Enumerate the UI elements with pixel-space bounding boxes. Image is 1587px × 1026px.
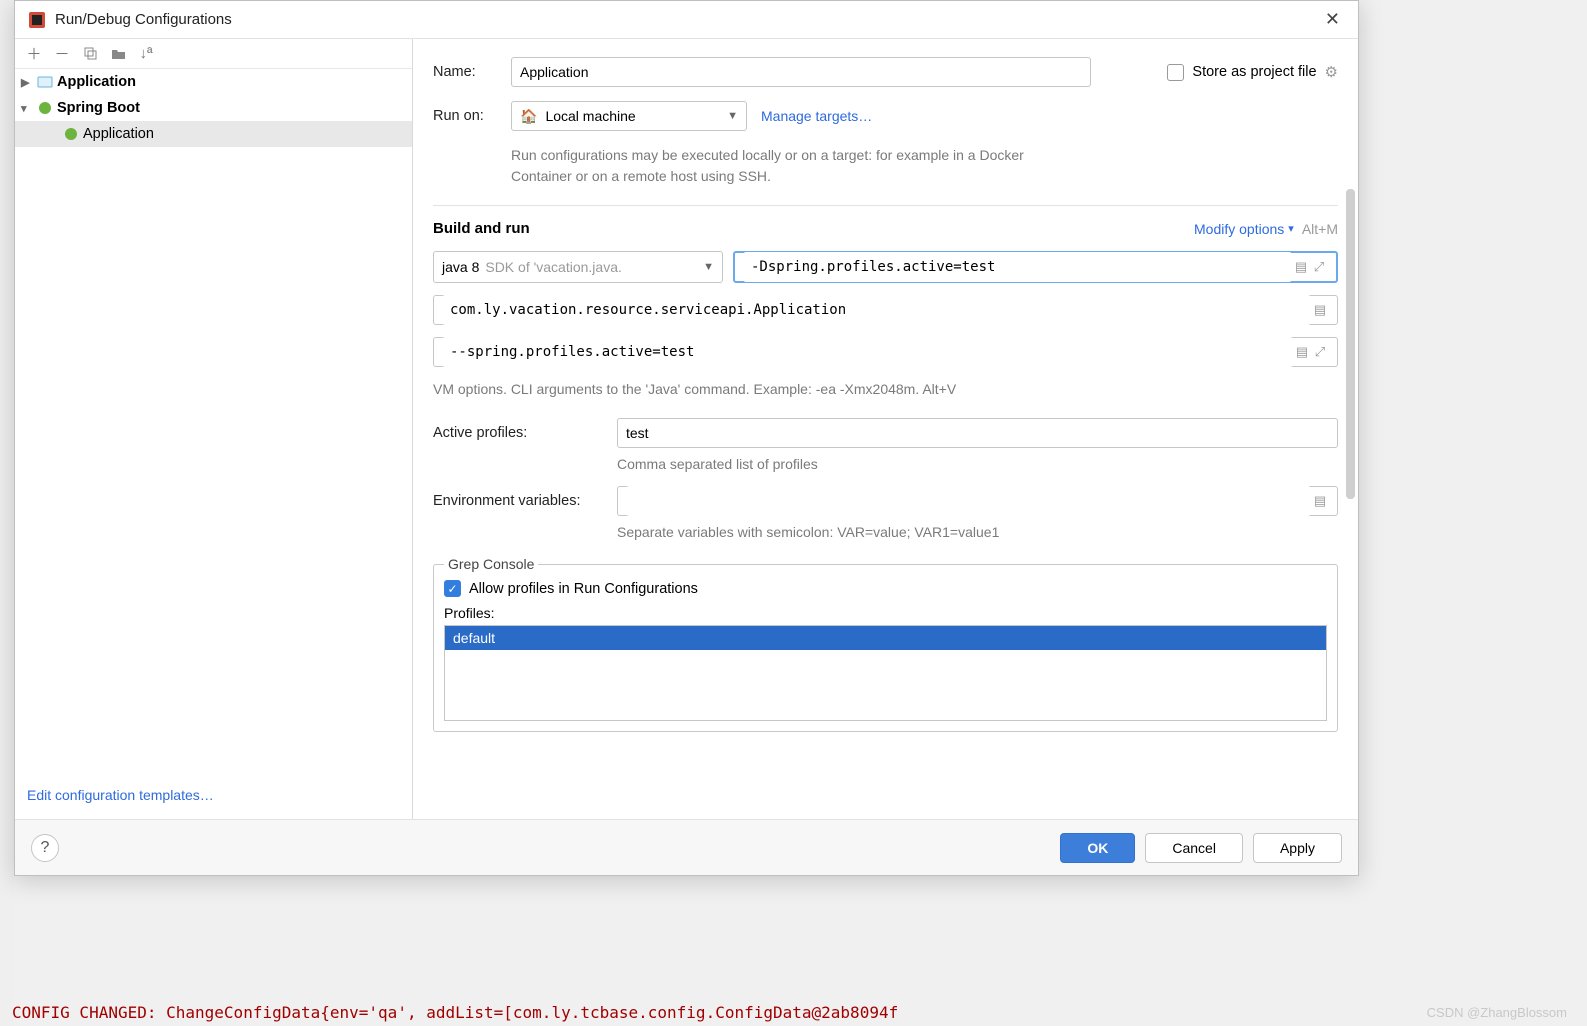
jdk-select[interactable]: java 8 SDK of 'vacation.java. ▼ [433,251,723,283]
copy-config-icon[interactable] [81,45,99,63]
tree-node-application-group[interactable]: ▶ Application [15,69,412,95]
env-label: Environment variables: [433,493,603,509]
sort-config-icon[interactable]: ↓ª [137,45,155,63]
dialog-title: Run/Debug Configurations [55,11,1319,28]
chevron-down-icon: ▾ [21,102,33,115]
name-label: Name: [433,64,497,80]
runon-value: Local machine [545,108,635,124]
env-input[interactable] [626,486,1311,516]
allow-profiles-label: Allow profiles in Run Configurations [469,581,698,597]
sidebar-toolbar: ＋ － ↓ª [15,39,412,69]
modify-options-link[interactable]: Modify options ▾ [1194,221,1294,237]
apply-button[interactable]: Apply [1253,833,1342,863]
env-field[interactable]: ▤ [617,486,1338,516]
dialog-buttons: ? OK Cancel Apply [15,819,1358,875]
add-config-icon[interactable]: ＋ [25,45,43,63]
main-class-input[interactable] [442,295,1311,325]
close-icon[interactable]: ✕ [1319,7,1346,32]
fullscreen-icon[interactable]: ⤢ [1310,259,1328,275]
separator [433,205,1338,206]
application-type-icon [37,74,53,90]
tree-label: Application [83,126,154,142]
ok-button[interactable]: OK [1060,833,1135,863]
jdk-grey: SDK of 'vacation.java. [485,259,622,275]
name-input[interactable] [511,57,1091,87]
main-class-field[interactable]: ▤ [433,295,1338,325]
vm-hint: VM options. CLI arguments to the 'Java' … [433,379,1338,400]
run-debug-dialog: Run/Debug Configurations ✕ ＋ － ↓ª ▶ Appl… [14,0,1359,876]
runon-label: Run on: [433,108,497,124]
config-tree: ▶ Application ▾ Spring Boot Application [15,69,412,777]
home-icon: 🏠 [520,108,537,125]
chevron-right-icon: ▶ [21,76,33,89]
modify-options-text: Modify options [1194,221,1284,237]
build-run-title: Build and run [433,220,530,237]
chevron-down-icon: ▾ [1288,222,1294,235]
allow-profiles-checkbox[interactable]: ✓ [444,580,461,597]
manage-targets-link[interactable]: Manage targets… [761,108,872,124]
console-line: CONFIG CHANGED: ChangeConfigData{env='qa… [0,999,1587,1026]
scrollbar-thumb[interactable] [1346,189,1355,499]
remove-config-icon[interactable]: － [53,45,71,63]
chevron-down-icon: ▼ [703,261,714,273]
expand-editor-icon[interactable]: ▤ [1292,259,1310,275]
tree-node-application-config[interactable]: Application [15,121,412,147]
active-profiles-label: Active profiles: [433,425,603,441]
program-args-input[interactable] [442,337,1293,367]
editor-gutter [0,0,14,1026]
watermark: CSDN @ZhangBlossom [1427,1005,1567,1020]
profile-item[interactable]: default [445,626,1326,650]
gear-icon[interactable]: ⚙ [1325,63,1338,81]
cancel-button[interactable]: Cancel [1145,833,1243,863]
config-sidebar: ＋ － ↓ª ▶ Application ▾ Spring Boot [15,39,413,819]
spring-boot-icon [63,126,79,142]
vm-options-input[interactable] [743,252,1292,282]
fullscreen-icon[interactable]: ⤢ [1311,344,1329,360]
config-form: Name: Store as project file ⚙ Run on: 🏠 … [413,39,1358,819]
active-profiles-hint: Comma separated list of profiles [617,456,1338,472]
jdk-main: java 8 [442,259,479,275]
tree-label: Application [57,74,136,90]
env-hint: Separate variables with semicolon: VAR=v… [617,524,1338,540]
titlebar: Run/Debug Configurations ✕ [15,1,1358,39]
grep-legend: Grep Console [444,556,538,572]
store-as-project-label: Store as project file [1192,64,1316,80]
active-profiles-input[interactable] [617,418,1338,448]
grep-console-group: Grep Console ✓ Allow profiles in Run Con… [433,556,1338,732]
modify-shortcut: Alt+M [1302,221,1338,237]
store-as-project-checkbox[interactable] [1167,64,1184,81]
folder-config-icon[interactable] [109,45,127,63]
chevron-down-icon: ▼ [727,110,738,122]
help-button[interactable]: ? [31,834,59,862]
edit-templates-link[interactable]: Edit configuration templates… [27,787,214,803]
app-icon [27,10,47,30]
runon-hint: Run configurations may be executed local… [511,145,1071,187]
tree-node-spring-boot-group[interactable]: ▾ Spring Boot [15,95,412,121]
spring-boot-icon [37,100,53,116]
profiles-label: Profiles: [444,605,1327,621]
runon-select[interactable]: 🏠 Local machine ▼ [511,101,747,131]
tree-label: Spring Boot [57,100,140,116]
expand-editor-icon[interactable]: ▤ [1311,493,1329,509]
profiles-list[interactable]: default [444,625,1327,721]
program-args-field[interactable]: ▤ ⤢ [433,337,1338,367]
vm-options-field[interactable]: ▤ ⤢ [733,251,1338,283]
scrollbar[interactable] [1346,189,1355,619]
expand-editor-icon[interactable]: ▤ [1311,302,1329,318]
expand-editor-icon[interactable]: ▤ [1293,344,1311,360]
